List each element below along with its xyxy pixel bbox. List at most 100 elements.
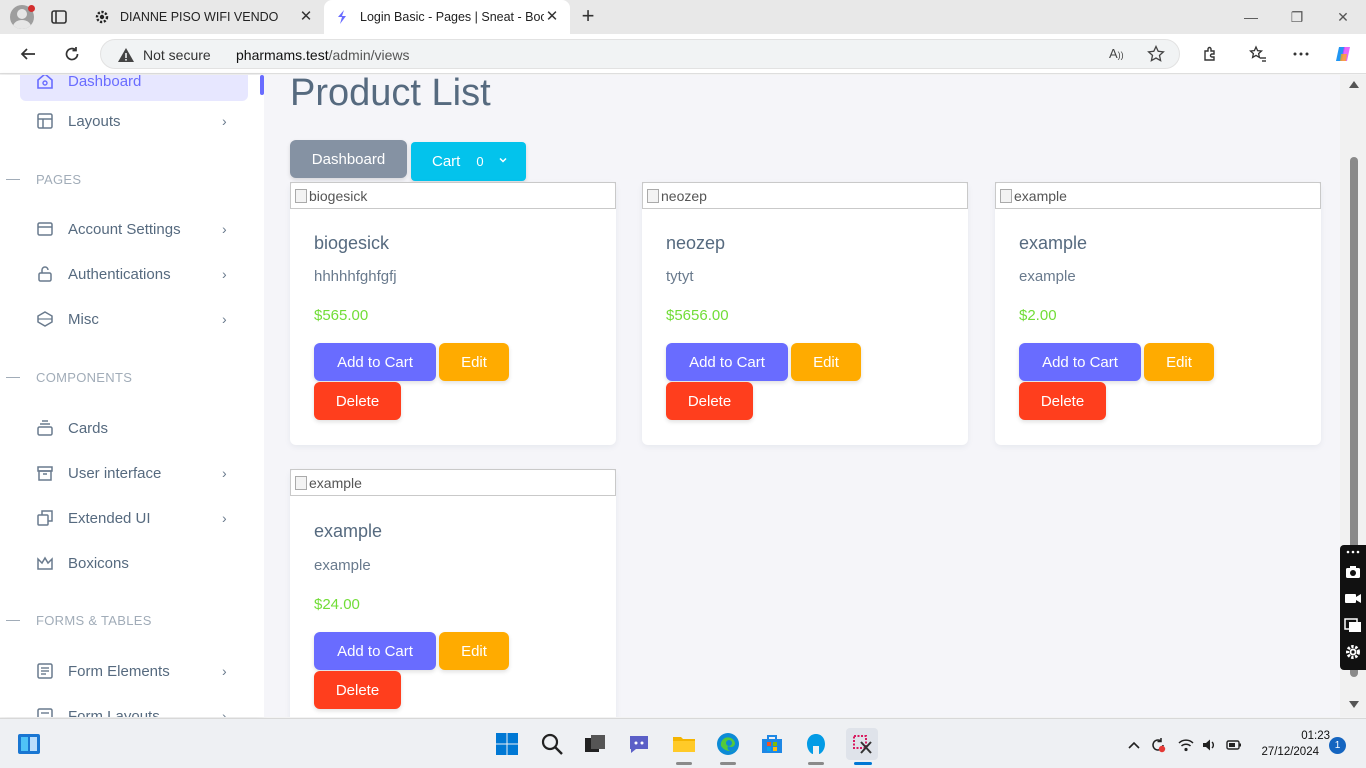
volume-icon[interactable] — [1200, 736, 1218, 754]
camera-icon[interactable] — [1343, 562, 1363, 582]
edit-button[interactable]: Edit — [439, 343, 509, 381]
product-name: biogesick — [314, 233, 390, 253]
sidebar-item-label: Boxicons — [68, 554, 129, 572]
add-to-cart-button[interactable]: Add to Cart — [1019, 343, 1141, 381]
sidebar-item-user-interface[interactable]: User interface › — [20, 453, 248, 493]
gear-icon — [94, 9, 110, 25]
dashboard-button[interactable]: Dashboard — [290, 140, 407, 178]
windows-start-icon[interactable] — [494, 731, 520, 757]
refresh-icon[interactable] — [62, 44, 82, 64]
sidebar-item-label: User interface — [68, 464, 162, 482]
product-price: $565.00 — [314, 307, 369, 324]
settings-gear-icon[interactable] — [1343, 642, 1363, 662]
favorite-star-icon[interactable] — [1147, 44, 1165, 63]
scroll-up-arrow-icon[interactable] — [1349, 81, 1359, 88]
sidebar-item-layouts[interactable]: Layouts › — [20, 101, 248, 141]
capture-toolbar — [1340, 545, 1366, 670]
browser-toolbar: Not secure pharmams.test/admin/views A)) — [0, 34, 1366, 74]
video-camera-icon[interactable] — [1343, 588, 1363, 608]
search-icon[interactable] — [539, 731, 565, 757]
extensions-icon[interactable] — [1200, 44, 1220, 64]
delete-button[interactable]: Delete — [314, 671, 401, 709]
delete-button[interactable]: Delete — [314, 382, 401, 420]
running-indicator — [808, 762, 824, 765]
close-tab-icon[interactable]: ✕ — [544, 9, 560, 25]
url-text[interactable]: pharmams.test/admin/views — [236, 47, 410, 63]
broken-image-icon — [1000, 188, 1012, 203]
warning-icon[interactable] — [117, 46, 135, 64]
profile-alert-badge — [28, 5, 35, 12]
menu-header-components: COMPONENTS — [36, 370, 133, 385]
section-divider — [6, 179, 20, 180]
app-pin-icon[interactable] — [803, 731, 829, 757]
product-description: example — [1019, 268, 1076, 285]
sidebar-item-account-settings[interactable]: Account Settings › — [20, 209, 248, 249]
more-menu-icon[interactable] — [1291, 44, 1311, 64]
address-bar[interactable]: Not secure pharmams.test/admin/views A)) — [100, 39, 1180, 69]
scroll-down-arrow-icon[interactable] — [1349, 701, 1359, 708]
sidebar-item-authentications[interactable]: Authentications › — [20, 254, 248, 294]
microsoft-store-icon[interactable] — [759, 731, 785, 757]
edge-browser-icon[interactable] — [715, 731, 741, 757]
sidebar-item-label: Layouts — [68, 112, 121, 130]
copilot-icon[interactable] — [1333, 44, 1353, 64]
restore-icon[interactable]: ❐ — [1288, 8, 1306, 26]
close-tab-icon[interactable]: ✕ — [298, 9, 314, 25]
back-arrow-icon[interactable] — [18, 44, 38, 64]
notification-badge[interactable]: 1 — [1329, 737, 1346, 754]
tab-login-basic[interactable]: Login Basic - Pages | Sneat - Boot ✕ — [324, 0, 570, 34]
delete-button[interactable]: Delete — [1019, 382, 1106, 420]
sidebar-item-dashboard[interactable]: Dashboard — [20, 75, 248, 101]
product-card: biogesick biogesick hhhhhfghfgfj $565.00… — [290, 182, 616, 445]
sidebar-item-form-layouts[interactable]: Form Layouts › — [20, 696, 248, 717]
image-alt-text: biogesick — [309, 187, 368, 204]
sidebar-item-label: Form Layouts — [68, 707, 160, 718]
home-icon — [36, 75, 54, 90]
collection-icon — [36, 419, 54, 437]
minimize-icon[interactable]: — — [1242, 8, 1260, 26]
product-image-broken: example — [995, 182, 1321, 209]
window-capture-icon[interactable] — [1343, 615, 1363, 635]
close-window-icon[interactable]: ✕ — [1334, 8, 1352, 26]
file-explorer-icon[interactable] — [671, 731, 697, 757]
sync-alert-icon[interactable] — [1149, 736, 1167, 754]
add-to-cart-button[interactable]: Add to Cart — [666, 343, 788, 381]
teams-chat-icon[interactable] — [626, 731, 652, 757]
battery-icon[interactable] — [1225, 736, 1243, 754]
sidebar-item-misc[interactable]: Misc › — [20, 299, 248, 339]
read-aloud-icon[interactable]: A)) — [1109, 46, 1127, 64]
cart-dropdown-button[interactable]: Cart 0 — [411, 142, 526, 181]
product-image-broken: neozep — [642, 182, 968, 209]
dock-icon — [36, 220, 54, 238]
new-tab-button[interactable]: + — [578, 5, 598, 27]
chevron-right-icon: › — [222, 510, 227, 526]
crown-icon — [36, 554, 54, 572]
sidebar-item-cards[interactable]: Cards — [20, 408, 248, 448]
favorites-icon[interactable] — [1248, 44, 1268, 64]
menu-header-pages: PAGES — [36, 172, 82, 187]
clock-time[interactable]: 01:23 — [1290, 730, 1330, 742]
product-card: example example example $2.00 Add to Car… — [995, 182, 1321, 445]
widgets-icon[interactable] — [16, 731, 42, 757]
broken-image-icon — [295, 475, 307, 490]
snipping-tool-icon[interactable] — [846, 728, 878, 760]
chevron-up-icon[interactable] — [1125, 736, 1143, 754]
task-view-icon[interactable] — [582, 731, 608, 757]
clock-date[interactable]: 27/12/2024 — [1259, 746, 1319, 758]
product-card: neozep neozep tytyt $5656.00 Add to Cart… — [642, 182, 968, 445]
sidebar-item-boxicons[interactable]: Boxicons — [20, 543, 248, 583]
edit-button[interactable]: Edit — [1144, 343, 1214, 381]
edit-button[interactable]: Edit — [439, 632, 509, 670]
wifi-icon[interactable] — [1177, 736, 1195, 754]
sidebar-item-form-elements[interactable]: Form Elements › — [20, 651, 248, 691]
toolbar-more-icon[interactable] — [1343, 545, 1363, 559]
add-to-cart-button[interactable]: Add to Cart — [314, 632, 436, 670]
add-to-cart-button[interactable]: Add to Cart — [314, 343, 436, 381]
delete-button[interactable]: Delete — [666, 382, 753, 420]
sidebar-item-label: Misc — [68, 310, 99, 328]
edit-button[interactable]: Edit — [791, 343, 861, 381]
sidebar-item-extended-ui[interactable]: Extended UI › — [20, 498, 248, 538]
tab-dianne-piso[interactable]: DIANNE PISO WIFI VENDO ✕ — [84, 0, 324, 34]
sidebar-item-label: Authentications — [68, 265, 171, 283]
tab-actions-icon[interactable] — [50, 8, 68, 26]
